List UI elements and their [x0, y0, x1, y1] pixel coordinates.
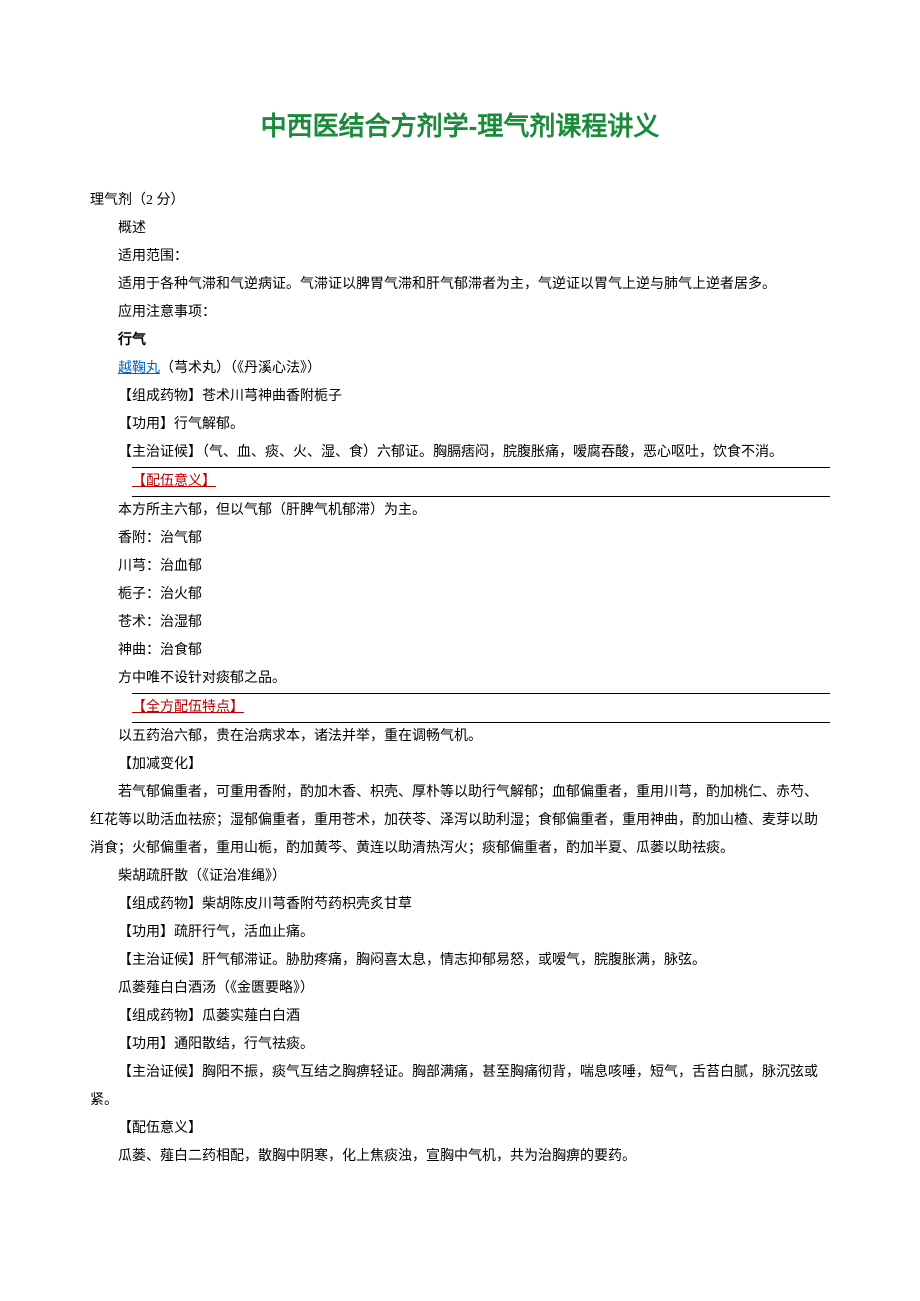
gualouxiebai-name: 瓜蒌薤白白酒汤（《金匮要略》）	[90, 975, 830, 1003]
peiwu-note: 方中唯不设针对痰郁之品。	[90, 665, 830, 693]
gualouxiebai-composition: 【组成药物】瓜蒌实薤白白酒	[90, 1003, 830, 1031]
yuejuwan-composition: 【组成药物】苍术川芎神曲香附栀子	[90, 383, 830, 411]
feature-annotation-block: 【全方配伍特点】	[132, 693, 830, 723]
function-text: 疏肝行气，活血止痛。	[174, 925, 314, 940]
feature-text: 以五药治六郁，贵在治病求本，诸法并举，重在调畅气机。	[90, 723, 830, 751]
overview-label: 概述	[90, 215, 830, 243]
section-header: 理气剂（2 分）	[90, 187, 830, 215]
yuejuwan-name-line: 越鞠丸（芎术丸）（《丹溪心法》）	[90, 355, 830, 383]
yuejuwan-link[interactable]: 越鞠丸	[118, 361, 160, 376]
composition-text: 苍术川芎神曲香附栀子	[202, 389, 342, 404]
function-label: 【功用】	[118, 1037, 174, 1052]
xingqi-label: 行气	[90, 327, 830, 355]
chaihushugan-composition: 【组成药物】柴胡陈皮川芎香附芍药枳壳炙甘草	[90, 891, 830, 919]
function-label: 【功用】	[118, 417, 174, 432]
composition-label: 【组成药物】	[118, 897, 202, 912]
indication-text: （气、血、痰、火、湿、食）六郁证。胸膈痞闷，脘腹胀痛，嗳腐吞酸，恶心呕吐，饮食不…	[202, 445, 783, 460]
indication-text: 肝气郁滞证。胁肋疼痛，胸闷喜太息，情志抑郁易怒，或嗳气，脘腹胀满，脉弦。	[202, 953, 706, 968]
function-text: 行气解郁。	[174, 417, 244, 432]
note-label: 应用注意事项：	[90, 299, 830, 327]
yuejuwan-indication: 【主治证候】（气、血、痰、火、湿、食）六郁证。胸膈痞闷，脘腹胀痛，嗳腐吞酸，恶心…	[90, 439, 830, 467]
feature-label: 【全方配伍特点】	[132, 694, 830, 722]
indication-label: 【主治证候】	[118, 1065, 202, 1080]
function-text: 通阳散结，行气祛痰。	[174, 1037, 314, 1052]
variation-text: 若气郁偏重者，可重用香附，酌加木香、枳壳、厚朴等以助行气解郁；血郁偏重者，重用川…	[90, 779, 830, 863]
gualouxiebai-peiwu-text: 瓜蒌、薤白二药相配，散胸中阴寒，化上焦痰浊，宣胸中气机，共为治胸痹的要药。	[90, 1143, 830, 1171]
peiwu-item-3: 苍术：治湿郁	[90, 609, 830, 637]
chaihushugan-name: 柴胡疏肝散（《证治准绳》）	[90, 863, 830, 891]
scope-label: 适用范围：	[90, 243, 830, 271]
function-label: 【功用】	[118, 925, 174, 940]
gualouxiebai-indication: 【主治证候】胸阳不振，痰气互结之胸痹轻证。胸部满痛，甚至胸痛彻背，喘息咳唾，短气…	[90, 1059, 830, 1115]
yuejuwan-alias: （芎术丸）（《丹溪心法》）	[160, 361, 321, 376]
composition-label: 【组成药物】	[118, 389, 202, 404]
peiwu-label: 【配伍意义】	[132, 468, 830, 496]
composition-text: 瓜蒌实薤白白酒	[202, 1009, 300, 1024]
composition-label: 【组成药物】	[118, 1009, 202, 1024]
gualouxiebai-peiwu-label: 【配伍意义】	[90, 1115, 830, 1143]
indication-label: 【主治证候】	[118, 953, 202, 968]
peiwu-item-2: 栀子：治火郁	[90, 581, 830, 609]
yuejuwan-function: 【功用】行气解郁。	[90, 411, 830, 439]
peiwu-item-4: 神曲：治食郁	[90, 637, 830, 665]
peiwu-intro: 本方所主六郁，但以气郁（肝脾气机郁滞）为主。	[90, 497, 830, 525]
peiwu-item-0: 香附：治气郁	[90, 525, 830, 553]
gualouxiebai-function: 【功用】通阳散结，行气祛痰。	[90, 1031, 830, 1059]
chaihushugan-function: 【功用】疏肝行气，活血止痛。	[90, 919, 830, 947]
peiwu-item-1: 川芎：治血郁	[90, 553, 830, 581]
composition-text: 柴胡陈皮川芎香附芍药枳壳炙甘草	[202, 897, 412, 912]
peiwu-annotation-block: 【配伍意义】	[132, 467, 830, 497]
indication-label: 【主治证候】	[118, 445, 202, 460]
scope-text: 适用于各种气滞和气逆病证。气滞证以脾胃气滞和肝气郁滞者为主，气逆证以胃气上逆与肺…	[90, 271, 830, 299]
variation-label: 【加减变化】	[90, 751, 830, 779]
page-title: 中西医结合方剂学-理气剂课程讲义	[90, 100, 830, 152]
chaihushugan-indication: 【主治证候】肝气郁滞证。胁肋疼痛，胸闷喜太息，情志抑郁易怒，或嗳气，脘腹胀满，脉…	[90, 947, 830, 975]
